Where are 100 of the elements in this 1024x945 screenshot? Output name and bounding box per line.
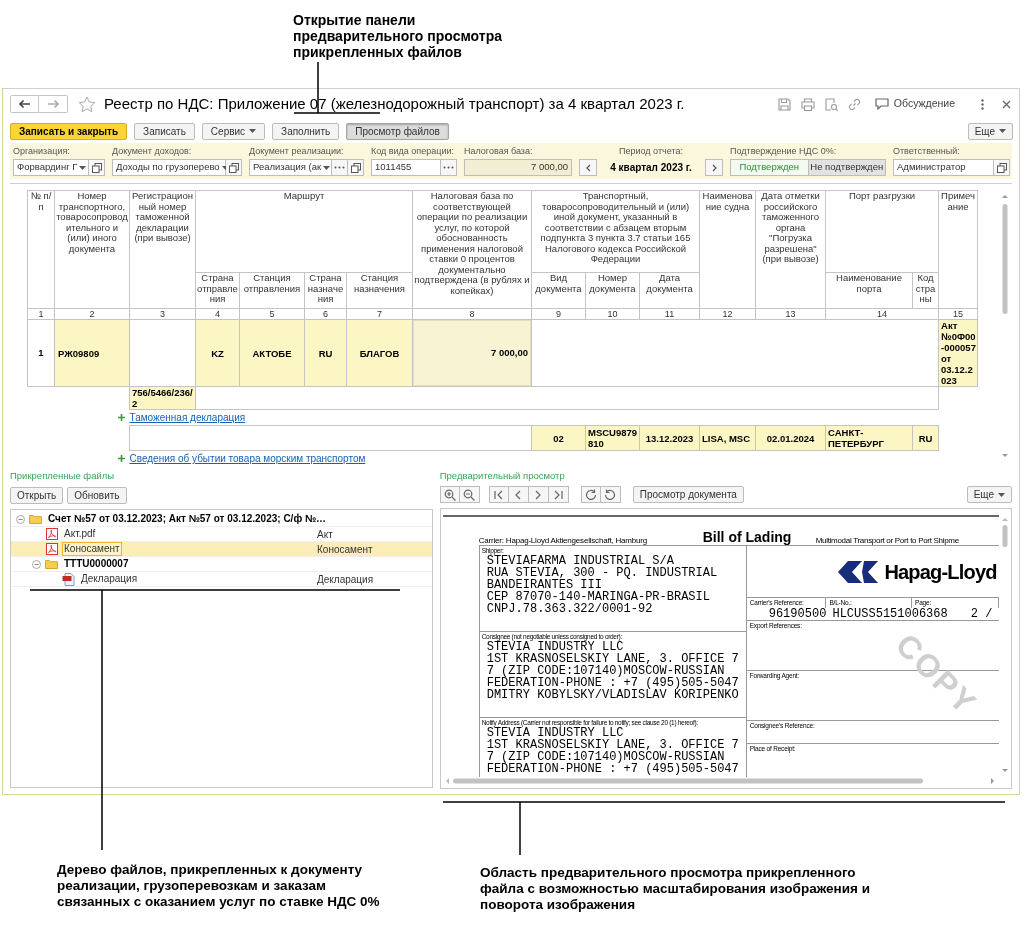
open-button[interactable] — [226, 159, 242, 176]
close-icon[interactable] — [1002, 99, 1011, 109]
squares-icon — [91, 162, 102, 173]
address-line: FEDERATION-PHONE : +7 (495)505-5047 — [485, 677, 740, 689]
document-value: 2 / — [970, 608, 994, 620]
toolbar-button[interactable]: Заполнить — [272, 122, 340, 140]
toolbar-button[interactable]: Сервис — [201, 122, 266, 140]
more-button[interactable]: Еще — [966, 486, 1012, 503]
more-button[interactable]: Еще — [967, 122, 1013, 140]
star-icon[interactable] — [78, 95, 96, 113]
open-button[interactable] — [994, 159, 1010, 176]
chevron-right-icon — [534, 489, 543, 500]
toolbar-button[interactable]: Записать — [134, 122, 195, 140]
speech-bubble-icon — [874, 98, 889, 110]
column-number: 10 — [585, 308, 640, 320]
caret-down-icon — [999, 129, 1006, 133]
chevron-left-icon — [514, 489, 523, 500]
open-button[interactable] — [89, 159, 105, 176]
toggle-option[interactable]: Подтвержден — [730, 159, 809, 176]
table-cell: САНКТ-ПЕТЕРБУРГ — [825, 425, 913, 451]
table-cell: 756/5466/236/2 — [129, 386, 196, 410]
document-text: Carrier: Hapag-Lloyd Aktiengesellschaft, Hamburg — [478, 536, 648, 545]
toggle-option[interactable]: Не подтвержден — [808, 159, 886, 176]
table-cell: MSCU9879810 — [585, 425, 640, 451]
link[interactable]: Сведения об убытии товара морским транспортом — [129, 451, 366, 466]
column-number: 15 — [938, 308, 978, 320]
collapse-icon[interactable] — [16, 514, 25, 524]
annotation-text: Область предварительного просмотра прикрепленного файла с возможностью масштабирования изображения и поворота изображения — [480, 865, 871, 913]
column-number: 3 — [129, 308, 196, 320]
field-label: Подтверждение НДС 0%: — [730, 146, 838, 157]
collapse-icon[interactable] — [32, 559, 41, 569]
column-group-header: Порт разгрузки — [825, 190, 939, 273]
open-button[interactable] — [348, 159, 364, 176]
column-header: Регистрационный номер таможенной декларации (при вывозе) — [129, 190, 196, 309]
caret-down-icon — [249, 129, 257, 133]
file-name: Счет №57 от 03.12.2023; Акт №57 от 03.12.2023; С/ф №… — [47, 512, 328, 526]
zoom-in-button[interactable] — [439, 486, 460, 503]
column-number: 13 — [755, 308, 826, 320]
column-number: 5 — [239, 308, 305, 320]
column-number: 8 — [412, 308, 532, 320]
vertical-dots-icon[interactable] — [981, 98, 984, 110]
column-number: 9 — [531, 308, 586, 320]
table-cell: RU — [304, 319, 347, 387]
table-cell: 13.12.2023 — [639, 425, 700, 451]
panel-button[interactable]: Открыть — [10, 487, 64, 504]
column-group-header: Маршрут — [195, 190, 413, 273]
first-page-button[interactable] — [488, 486, 509, 503]
text-field[interactable]: Администратор — [893, 159, 994, 176]
toolbar-button[interactable]: Просмотр файлов — [346, 122, 449, 140]
readonly-field[interactable]: 7 000,00 — [464, 159, 572, 176]
folder-icon — [45, 559, 58, 569]
rotate-right-button[interactable] — [580, 486, 601, 503]
column-number: 11 — [639, 308, 700, 320]
column-header: Станция назначения — [346, 272, 413, 309]
column-header: Номер транспортного, товаросопроводительного и (или) иного документа — [54, 190, 130, 309]
document-view-button[interactable]: Просмотр документа — [632, 486, 744, 503]
folder-icon — [29, 514, 42, 524]
address-line: STEVIA INDUSTRY LLC — [486, 641, 624, 653]
table-cell: KZ — [195, 319, 240, 387]
panel-button[interactable]: Обновить — [67, 487, 127, 504]
tree-row[interactable]: Коносамент Коносамент — [11, 542, 432, 557]
table-cell: 02 — [531, 425, 586, 451]
text-field[interactable]: 1011455 — [371, 159, 441, 176]
tree-row[interactable]: TTTU0000007 — [11, 557, 432, 572]
address-line: CEP 87070-140-MARINGA-PR-BRASIL — [485, 591, 711, 603]
panel-title: Предварительный просмотр — [439, 470, 566, 482]
column-header: Номер документа — [585, 272, 640, 309]
chevron-left-icon — [585, 163, 591, 172]
printer-icon[interactable] — [800, 97, 815, 111]
column-number: 12 — [699, 308, 756, 320]
tree-row[interactable]: Декларация Декларация — [11, 572, 432, 587]
dropdown-field[interactable]: Реализация (ак — [249, 159, 332, 176]
floppy-disk-icon[interactable] — [777, 97, 791, 111]
address-line: DMITRY KOBYLSKY/VLADISLAV KORIPENKO — [485, 689, 740, 701]
arrow-left-icon — [18, 98, 31, 110]
document-value: 96190500 — [767, 608, 827, 620]
address-line: CNPJ.78.363.322/0001-92 — [485, 603, 654, 615]
logo-text: Hapag-Lloyd — [884, 559, 997, 585]
file-name: Акт.pdf — [63, 527, 97, 541]
rotate-clockwise-icon — [584, 488, 597, 501]
link-icon[interactable] — [847, 97, 861, 111]
table-cell: БЛАГОВ — [346, 319, 413, 387]
column-number: 14 — [825, 308, 939, 320]
link[interactable]: Таможенная декларация — [129, 410, 246, 425]
field-label: Документ доходов: — [112, 146, 193, 157]
image-file-icon — [62, 572, 75, 586]
caret-down-icon — [323, 165, 331, 170]
tree-row[interactable]: Счет №57 от 03.12.2023; Акт №57 от 03.12.2023; С/ф №… — [11, 512, 432, 527]
dropdown-field[interactable]: Форвардинг Г — [13, 159, 89, 176]
toolbar-button[interactable]: Записать и закрыть — [10, 122, 128, 140]
back-button[interactable] — [10, 95, 39, 113]
address-line: 1ST KRASNOSELSKIY LANE, 3. OFFICE 7 — [485, 739, 740, 751]
pdf-file-icon — [46, 543, 58, 555]
field-label: Организация: — [13, 146, 71, 157]
table-cell: Акт №0Ф00-000057 от 03.12.2023 — [938, 319, 978, 387]
file-name: Коносамент — [62, 542, 122, 556]
field-label: Налоговая база: — [464, 146, 534, 157]
document-magnifier-icon[interactable] — [824, 97, 838, 111]
dropdown-field[interactable]: Доходы по грузоперево — [112, 159, 226, 176]
discussion-button[interactable]: Обсуждение — [874, 96, 955, 112]
